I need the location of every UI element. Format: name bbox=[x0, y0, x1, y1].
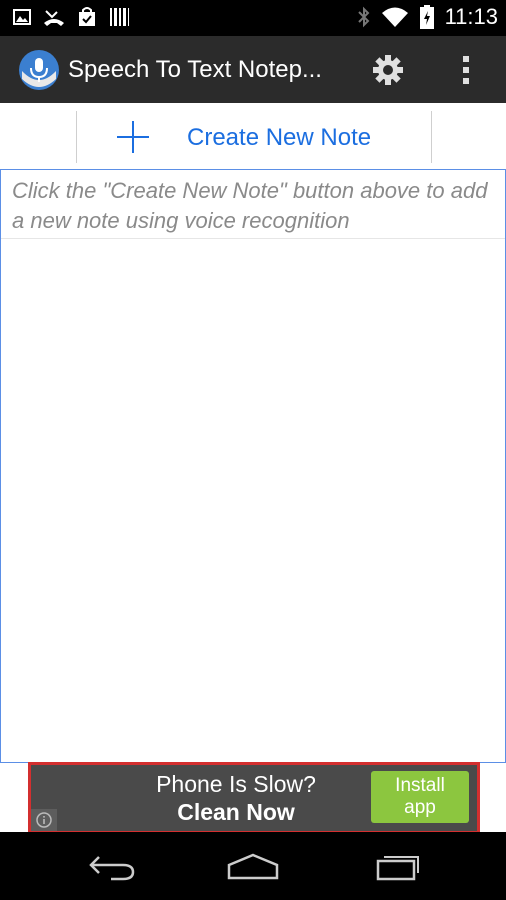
barcode-icon bbox=[110, 8, 129, 26]
ad-headline: Phone Is Slow? Clean Now bbox=[111, 770, 361, 826]
recent-apps-button[interactable] bbox=[364, 846, 428, 886]
bluetooth-icon bbox=[357, 6, 369, 28]
notification-icons bbox=[12, 6, 130, 28]
overflow-menu-icon bbox=[463, 56, 469, 84]
missed-call-icon bbox=[44, 10, 64, 26]
app-label: app bbox=[404, 797, 436, 818]
ad-banner[interactable]: Phone Is Slow? Clean Now Install app bbox=[28, 762, 480, 834]
empty-hint-text: Click the "Create New Note" button above… bbox=[12, 178, 488, 233]
navigation-bar bbox=[0, 832, 506, 900]
settings-button[interactable] bbox=[364, 50, 412, 90]
empty-hint-row: Click the "Create New Note" button above… bbox=[1, 170, 505, 239]
microphone-app-icon[interactable] bbox=[18, 49, 60, 91]
back-button[interactable] bbox=[80, 846, 144, 886]
action-bar: Speech To Text Notep... bbox=[0, 36, 506, 103]
battery-charging-icon bbox=[419, 5, 434, 29]
ad-headline-line-2: Clean Now bbox=[177, 799, 295, 825]
home-icon bbox=[227, 853, 279, 880]
shopping-bag-icon bbox=[79, 7, 95, 26]
home-button[interactable] bbox=[221, 846, 285, 886]
picture-icon bbox=[13, 9, 31, 25]
recent-apps-icon bbox=[376, 856, 419, 881]
overflow-menu-button[interactable] bbox=[446, 50, 486, 90]
clock: 11:13 bbox=[444, 4, 498, 29]
info-icon bbox=[36, 812, 52, 828]
install-label: Install bbox=[395, 775, 445, 796]
ad-headline-line-1: Phone Is Slow? bbox=[156, 771, 316, 797]
status-bar: 11:13 bbox=[0, 0, 506, 36]
create-new-note-label: Create New Note bbox=[187, 124, 372, 151]
create-bar: Create New Note bbox=[0, 103, 506, 169]
back-icon bbox=[89, 856, 135, 881]
ad-info-button[interactable] bbox=[31, 809, 57, 831]
app-title: Speech To Text Notep... bbox=[68, 56, 322, 83]
plus-icon bbox=[117, 121, 149, 153]
wifi-icon bbox=[381, 7, 408, 27]
notes-list[interactable]: Click the "Create New Note" button above… bbox=[0, 169, 506, 763]
gear-icon bbox=[373, 55, 403, 85]
system-icons: 11:13 bbox=[357, 4, 498, 30]
install-app-button[interactable]: Install app bbox=[371, 771, 469, 823]
create-new-note-button[interactable]: Create New Note bbox=[76, 111, 432, 163]
